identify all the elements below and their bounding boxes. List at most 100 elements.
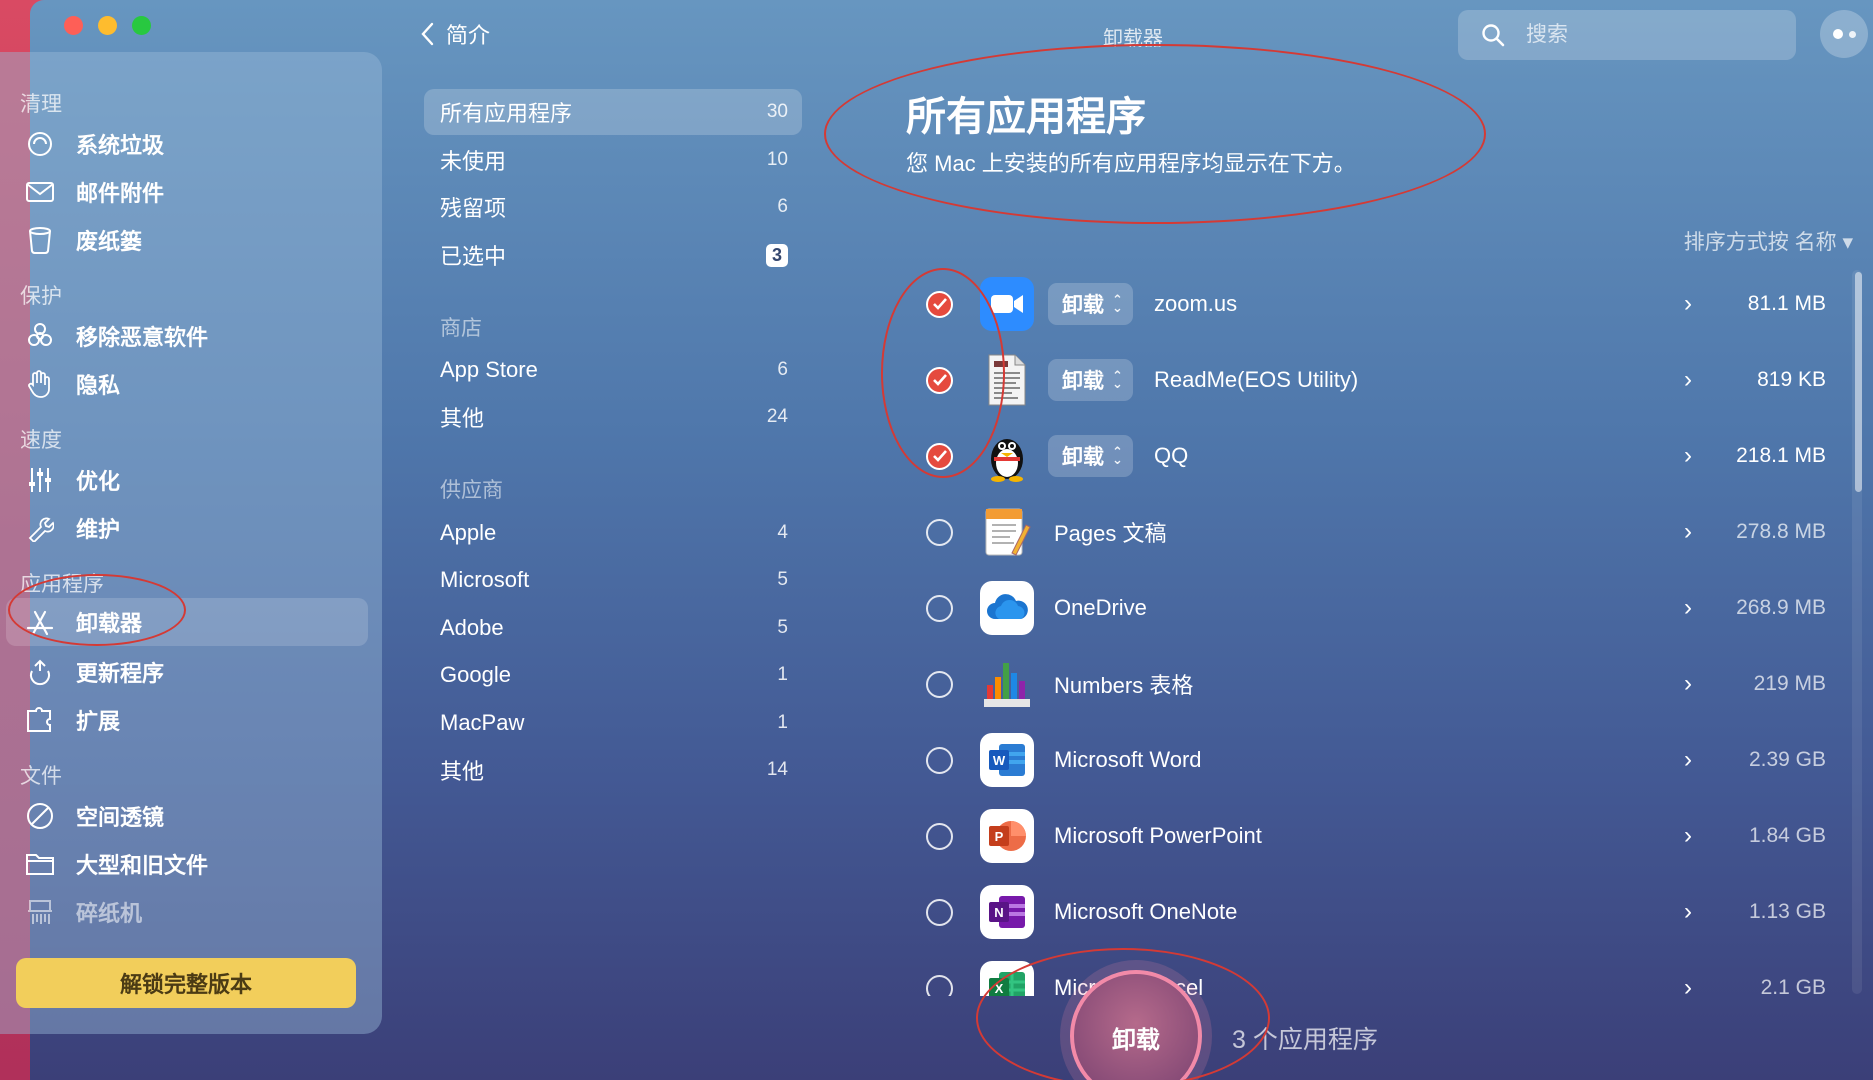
sidebar-item-privacy[interactable]: 隐私 (6, 360, 368, 408)
chevron-right-icon[interactable]: › (1684, 898, 1692, 926)
category-store-other[interactable]: 其他 24 (424, 394, 802, 440)
sidebar-item-label: 卸载器 (76, 611, 143, 636)
category-unused[interactable]: 未使用 10 (424, 137, 802, 183)
window-title: 卸载器 (1103, 28, 1163, 50)
sort-dropdown[interactable]: 排序方式按 名称 ▾ (1684, 226, 1853, 256)
sidebar-item-maintenance[interactable]: 维护 (6, 504, 368, 552)
category-count: 24 (766, 406, 788, 427)
category-count: 4 (777, 522, 788, 543)
svg-text:N: N (994, 905, 1003, 920)
sidebar-section-clean: 清理 (20, 93, 62, 116)
sidebar-item-system-junk[interactable]: 系统垃圾 (6, 120, 368, 168)
category-app-store[interactable]: App Store 6 (424, 347, 802, 393)
zoom-icon (980, 277, 1034, 331)
sidebar-item-malware-removal[interactable]: 移除恶意软件 (6, 312, 368, 360)
zoom-window-button[interactable] (132, 16, 151, 35)
uninstall-action-dropdown[interactable]: 卸载 ⌃ ⌄ (1048, 435, 1133, 477)
chevron-right-icon[interactable]: › (1684, 822, 1692, 850)
up-down-chevron-icon: ⌃ ⌄ (1112, 292, 1123, 315)
vendor-google[interactable]: Google 1 (424, 652, 802, 698)
sidebar-item-extensions[interactable]: 扩展 (6, 696, 368, 744)
close-window-button[interactable] (64, 16, 83, 35)
assistant-dot-icon (1848, 30, 1856, 38)
sidebar-item-uninstaller[interactable]: 卸载器 (6, 598, 368, 646)
app-name: Numbers 表格 (1054, 673, 1194, 698)
sidebar-item-label: 邮件附件 (76, 181, 165, 206)
powerpoint-icon: P (980, 809, 1034, 863)
category-leftovers[interactable]: 残留项 6 (424, 184, 802, 230)
category-count: 5 (777, 569, 788, 590)
vendor-macpaw[interactable]: MacPaw 1 (424, 700, 802, 746)
app-name: ReadMe(EOS Utility) (1154, 367, 1359, 392)
checkmark-icon (932, 374, 947, 386)
app-row[interactable]: OneDrive › 268.9 MB (900, 570, 1840, 646)
sidebar-item-label: 大型和旧文件 (76, 853, 209, 878)
sidebar-item-optimization[interactable]: 优化 (6, 456, 368, 504)
sidebar-item-space-lens[interactable]: 空间透镜 (6, 792, 368, 840)
app-checkbox[interactable] (926, 746, 953, 774)
app-name: Microsoft Word (1054, 747, 1202, 772)
app-size: 1.84 GB (1748, 824, 1826, 847)
chevron-right-icon[interactable]: › (1684, 670, 1692, 698)
app-checkbox[interactable] (926, 974, 953, 996)
app-checkbox[interactable] (926, 822, 953, 850)
app-checkbox[interactable] (926, 594, 953, 622)
onedrive-cloud-icon (980, 581, 1034, 635)
sidebar-item-shredder[interactable]: 碎纸机 (6, 888, 368, 936)
unlock-full-version-button[interactable]: 解锁完整版本 (16, 958, 356, 1008)
app-row[interactable]: X Microsoft Excel › 2.1 GB (900, 950, 1840, 996)
assistant-dot-icon (1832, 29, 1843, 39)
app-checkbox[interactable] (926, 366, 953, 394)
app-size: 219 MB (1753, 672, 1826, 695)
app-row[interactable]: P Microsoft PowerPoint › 1.84 GB (900, 798, 1840, 874)
pages-icon (980, 505, 1034, 559)
app-row[interactable]: 卸载 ⌃ ⌄ zoom.us › 81.1 MB (900, 266, 1840, 342)
vendor-apple[interactable]: Apple 4 (424, 510, 802, 556)
category-label: Google (440, 662, 511, 687)
minimize-window-button[interactable] (98, 16, 117, 35)
back-button[interactable]: 简介 (420, 18, 490, 50)
app-row[interactable]: Pages 文稿 › 278.8 MB (900, 494, 1840, 570)
uninstall-action-dropdown[interactable]: 卸载 ⌃ ⌄ (1048, 283, 1133, 325)
uninstall-action-dropdown[interactable]: 卸载 ⌃ ⌄ (1048, 359, 1133, 401)
app-size: 218.1 MB (1736, 444, 1826, 467)
category-label: 其他 (440, 406, 485, 431)
sidebar-item-mail-attachments[interactable]: 邮件附件 (6, 168, 368, 216)
sidebar-item-large-old-files[interactable]: 大型和旧文件 (6, 840, 368, 888)
search-input[interactable] (1526, 23, 1776, 47)
vendor-adobe[interactable]: Adobe 5 (424, 605, 802, 651)
sidebar-item-updater[interactable]: 更新程序 (6, 648, 368, 696)
app-checkbox[interactable] (926, 290, 953, 318)
app-checkbox[interactable] (926, 670, 953, 698)
list-scrollbar-thumb[interactable] (1855, 272, 1862, 492)
sidebar-item-label: 空间透镜 (76, 805, 165, 830)
app-row[interactable]: Numbers 表格 › 219 MB (900, 646, 1840, 722)
assistant-button[interactable] (1820, 10, 1868, 58)
category-all-apps[interactable]: 所有应用程序 30 (424, 89, 802, 135)
folder-icon (20, 844, 60, 884)
chevron-right-icon[interactable]: › (1684, 746, 1692, 774)
chevron-right-icon[interactable]: › (1684, 594, 1692, 622)
app-checkbox[interactable] (926, 518, 953, 546)
app-row[interactable]: 卸载 ⌃ ⌄ QQ › 218.1 MB (900, 418, 1840, 494)
onenote-icon: N (980, 885, 1034, 939)
chevron-right-icon[interactable]: › (1684, 366, 1692, 394)
app-checkbox[interactable] (926, 442, 953, 470)
back-label: 简介 (446, 23, 491, 48)
app-row[interactable]: W Microsoft Word › 2.39 GB (900, 722, 1840, 798)
chevron-right-icon[interactable]: › (1684, 442, 1692, 470)
chevron-right-icon[interactable]: › (1684, 518, 1692, 546)
app-row[interactable]: N Microsoft OneNote › 1.13 GB (900, 874, 1840, 950)
app-row[interactable]: 卸载 ⌃ ⌄ ReadMe(EOS Utility) › 819 KB (900, 342, 1840, 418)
app-checkbox[interactable] (926, 898, 953, 926)
search-box[interactable] (1458, 10, 1796, 60)
vendor-microsoft[interactable]: Microsoft 5 (424, 557, 802, 603)
chevron-right-icon[interactable]: › (1684, 974, 1692, 996)
category-label: Apple (440, 520, 497, 545)
app-name: zoom.us (1154, 291, 1238, 316)
vendor-other[interactable]: 其他 14 (424, 747, 802, 793)
category-selected[interactable]: 已选中 3 (424, 232, 802, 278)
chevron-right-icon[interactable]: › (1684, 290, 1692, 318)
sidebar-item-trash[interactable]: 废纸篓 (6, 216, 368, 264)
category-count: 1 (777, 664, 788, 685)
